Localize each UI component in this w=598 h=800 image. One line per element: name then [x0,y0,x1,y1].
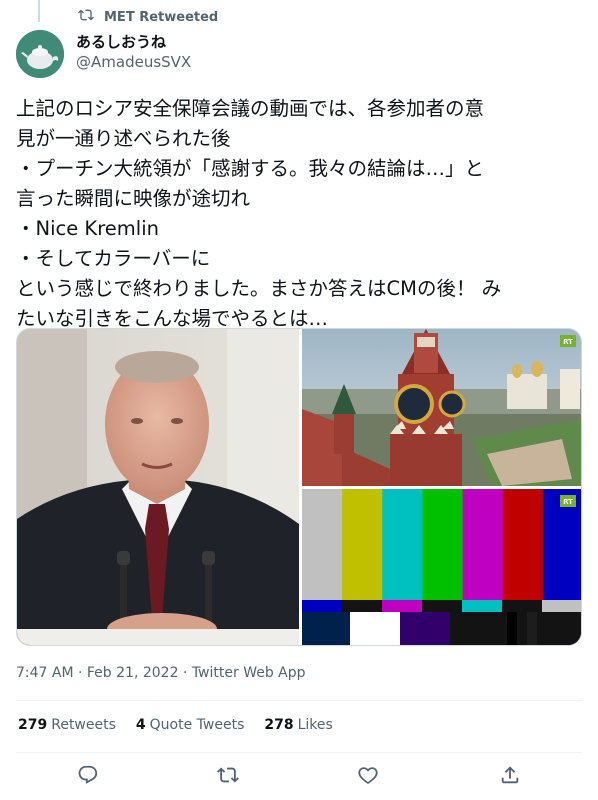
retweets-count: 279 [18,717,48,733]
tweet-line: という感じで終わりました。まさか答えはCMの後！ み [16,277,502,300]
color-bar [502,489,544,600]
retweet-label: MET Retweeted [104,9,219,25]
engagement-stats: 279 Retweets 4 Quote Tweets 278 Likes [18,717,333,733]
action-bar [0,764,598,792]
tweet-line: 上記のロシア安全保障会議の動画では、各参加者の意 [16,97,485,120]
quotes-count: 4 [135,717,146,733]
reply-icon[interactable] [77,764,101,788]
retweet-small-icon [78,7,94,27]
thread-line [38,0,40,22]
avatar[interactable] [16,30,64,78]
tweet-line: 見が一通り述べられた後 [16,127,231,150]
speaker-photo[interactable] [17,329,299,645]
color-bar [462,489,504,600]
color-bar [382,489,423,600]
retweet-icon[interactable] [217,764,241,788]
likes-count: 278 [264,717,294,733]
tweet-line: ・プーチン大統領が「感謝する。我々の結論は…」と [16,157,485,180]
share-icon[interactable] [499,764,523,788]
likes-stat[interactable]: 278 Likes [264,717,332,733]
tweet-header: あるしおうね @AmadeusSVX [16,30,191,78]
quotes-stat[interactable]: 4 Quote Tweets [136,717,244,733]
kremlin-tower-photo[interactable]: RT [302,329,581,486]
divider [16,752,582,753]
user-handle[interactable]: @AmadeusSVX [76,52,191,72]
rt-badge: RT [563,498,573,506]
tweet-line: 言った瞬間に映像が途切れ [16,187,251,210]
retweets-label: Retweets [51,717,116,733]
tweet-timestamp[interactable]: 7:47 AM · Feb 21, 2022 · Twitter Web App [16,665,306,681]
tweet-line: ・Nice Kremlin [16,217,159,240]
display-name[interactable]: あるしおうね [76,32,191,52]
like-icon[interactable] [357,764,381,788]
tweet-line: ・そしてカラーバーに [16,247,211,270]
tweet-text: 上記のロシア安全保障会議の動画では、各参加者の意 見が一通り述べられた後 ・プー… [16,94,588,334]
retweet-indicator[interactable]: MET Retweeted [78,8,218,26]
color-bar [422,489,464,600]
likes-label: Likes [297,717,333,733]
color-bar [302,489,343,600]
divider [16,700,582,701]
media-grid: RT RT [16,328,582,646]
retweets-stat[interactable]: 279 Retweets [18,717,116,733]
rt-badge: RT [563,338,573,346]
color-bar [342,489,383,600]
color-bars-image[interactable]: RT [302,489,581,645]
quotes-label: Quote Tweets [149,717,245,733]
